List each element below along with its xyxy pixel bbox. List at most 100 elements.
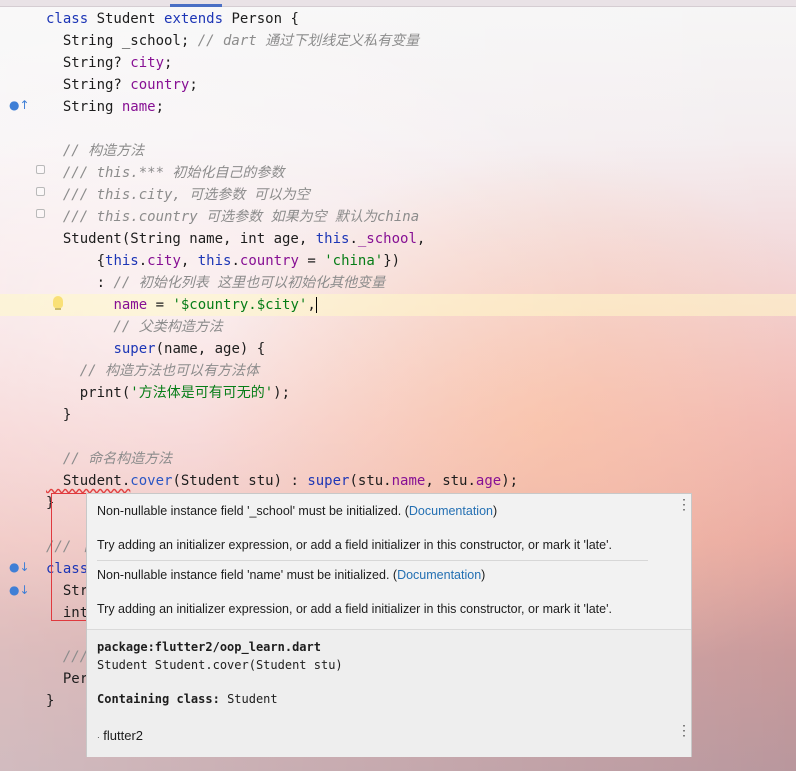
code-text: // 构造方法 bbox=[46, 140, 144, 162]
code-token: print( bbox=[46, 385, 131, 401]
doc-class-label: Containing class: bbox=[97, 692, 220, 706]
error-text: ) bbox=[492, 504, 498, 518]
code-token: ); bbox=[273, 385, 291, 401]
code-line[interactable]: // 构造方法 bbox=[0, 140, 796, 162]
code-line[interactable]: Student(String name, int age, this._scho… bbox=[0, 228, 796, 250]
code-line[interactable]: super(name, age) { bbox=[0, 338, 796, 360]
code-token: Student. bbox=[46, 473, 131, 489]
editor-tab-bar bbox=[0, 0, 796, 7]
code-token: /// this.city, 可选参数 可以为空 bbox=[46, 187, 310, 203]
code-token: String _school; bbox=[46, 33, 198, 49]
code-token: , bbox=[307, 297, 316, 313]
code-line[interactable]: // 父类构造方法 bbox=[0, 316, 796, 338]
code-token: . bbox=[138, 253, 148, 269]
code-text: Student.cover(Student stu) : super(stu.n… bbox=[46, 470, 518, 492]
code-line[interactable]: // 构造方法也可以有方法体 bbox=[0, 360, 796, 382]
code-line[interactable]: /// this.*** 初始化自己的参数 bbox=[0, 162, 796, 184]
code-text: /// this.*** 初始化自己的参数 bbox=[46, 162, 285, 184]
code-text: name = '$country.$city', bbox=[46, 294, 317, 316]
code-line[interactable]: print('方法体是可有可无的'); bbox=[0, 382, 796, 404]
error-text: Non-nullable instance field '_school' mu… bbox=[97, 504, 409, 518]
code-token: { bbox=[46, 253, 106, 269]
code-token: ; bbox=[155, 99, 165, 115]
doc-containing-class: Containing class: Student bbox=[97, 692, 278, 706]
code-line[interactable]: Student.cover(Student stu) : super(stu.n… bbox=[0, 470, 796, 492]
more-options-icon[interactable]: ⋮ bbox=[677, 723, 691, 737]
code-line[interactable]: /// this.country 可选参数 如果为空 默认为china bbox=[0, 206, 796, 228]
code-token: (name, age) { bbox=[155, 341, 266, 357]
code-line[interactable]: String? city; bbox=[0, 52, 796, 74]
code-line[interactable] bbox=[0, 118, 796, 140]
quick-documentation-popup: Non-nullable instance field '_school' mu… bbox=[86, 493, 692, 757]
code-token: 'china' bbox=[324, 253, 384, 269]
code-token: // 初始化列表 这里也可以初始化其他变量 bbox=[113, 275, 386, 291]
code-token: } bbox=[46, 693, 55, 709]
code-line[interactable]: String _school; // dart 通过下划线定义私有变量 bbox=[0, 30, 796, 52]
code-line[interactable]: // 命名构造方法 bbox=[0, 448, 796, 470]
code-token: Per bbox=[46, 671, 89, 687]
code-line[interactable]: {this.city, this.country = 'china'}) bbox=[0, 250, 796, 272]
code-token: name bbox=[113, 297, 148, 313]
documentation-section: package:flutter2/oop_learn.dart Student … bbox=[87, 629, 691, 757]
code-token: = bbox=[298, 253, 325, 269]
code-line[interactable]: class Student extends Person { bbox=[0, 8, 796, 30]
code-text: super(name, age) { bbox=[46, 338, 265, 360]
more-options-icon[interactable]: ⋮ bbox=[677, 497, 691, 511]
code-token: } bbox=[46, 407, 72, 423]
code-token: (stu. bbox=[349, 473, 392, 489]
code-token: super bbox=[113, 341, 156, 357]
code-text: String? city; bbox=[46, 52, 173, 74]
code-text: String name; bbox=[46, 96, 164, 118]
code-token: Student bbox=[96, 11, 165, 27]
code-text: String _school; // dart 通过下划线定义私有变量 bbox=[46, 30, 419, 52]
code-token: (Student stu) : bbox=[172, 473, 308, 489]
error-hint: Try adding an initializer expression, or… bbox=[97, 538, 612, 552]
code-line[interactable]: String? country; bbox=[0, 74, 796, 96]
code-token: // 构造方法也可以有方法体 bbox=[46, 363, 260, 379]
module-icon: · bbox=[97, 733, 100, 742]
code-text: class Student extends Person { bbox=[46, 8, 299, 30]
code-token: '$country.$city' bbox=[172, 297, 308, 313]
code-token: this bbox=[105, 253, 139, 269]
code-token: String bbox=[46, 99, 122, 115]
code-token: . bbox=[231, 253, 240, 269]
code-token: city bbox=[147, 253, 181, 269]
code-token: /// this.country 可选参数 如果为空 默认为china bbox=[46, 209, 420, 225]
code-token: name bbox=[391, 473, 426, 489]
code-token: cover bbox=[130, 473, 173, 489]
code-text: } bbox=[46, 690, 54, 712]
code-token: '方法体是可有可无的' bbox=[130, 385, 274, 401]
error-text: Non-nullable instance field 'name' must … bbox=[97, 568, 398, 582]
code-token: : bbox=[46, 275, 114, 291]
documentation-link[interactable]: Documentation bbox=[397, 568, 481, 582]
code-token: // 命名构造方法 bbox=[46, 451, 173, 467]
code-text: {this.city, this.country = 'china'}) bbox=[46, 250, 401, 272]
code-token: extends bbox=[164, 11, 232, 27]
error-text: ) bbox=[481, 568, 486, 582]
documentation-link[interactable]: Documentation bbox=[409, 504, 493, 518]
code-line[interactable]: String name; bbox=[0, 96, 796, 118]
error-message: Non-nullable instance field 'name' must … bbox=[97, 568, 485, 582]
code-token: /// bbox=[46, 649, 89, 665]
error-message: Non-nullable instance field '_school' mu… bbox=[97, 504, 497, 518]
code-token: = bbox=[147, 297, 173, 313]
code-line[interactable]: } bbox=[0, 404, 796, 426]
code-line[interactable]: : // 初始化列表 这里也可以初始化其他变量 bbox=[0, 272, 796, 294]
code-line[interactable]: /// this.city, 可选参数 可以为空 bbox=[0, 184, 796, 206]
code-token: , stu. bbox=[425, 473, 476, 489]
error-hint: Try adding an initializer expression, or… bbox=[97, 602, 612, 616]
code-token: }) bbox=[383, 253, 401, 269]
code-line[interactable]: name = '$country.$city', bbox=[0, 294, 796, 316]
code-token: age bbox=[475, 473, 502, 489]
code-token: // dart 通过下划线定义私有变量 bbox=[197, 33, 420, 49]
code-token: country bbox=[130, 77, 190, 93]
code-token: String? bbox=[46, 77, 131, 93]
code-text: print('方法体是可有可无的'); bbox=[46, 382, 290, 404]
code-token: country bbox=[239, 253, 299, 269]
code-line[interactable] bbox=[0, 426, 796, 448]
module-name: · flutter2 bbox=[97, 728, 143, 743]
code-token: ); bbox=[501, 473, 519, 489]
active-tab-indicator[interactable] bbox=[170, 4, 222, 7]
code-token: class bbox=[46, 11, 97, 27]
